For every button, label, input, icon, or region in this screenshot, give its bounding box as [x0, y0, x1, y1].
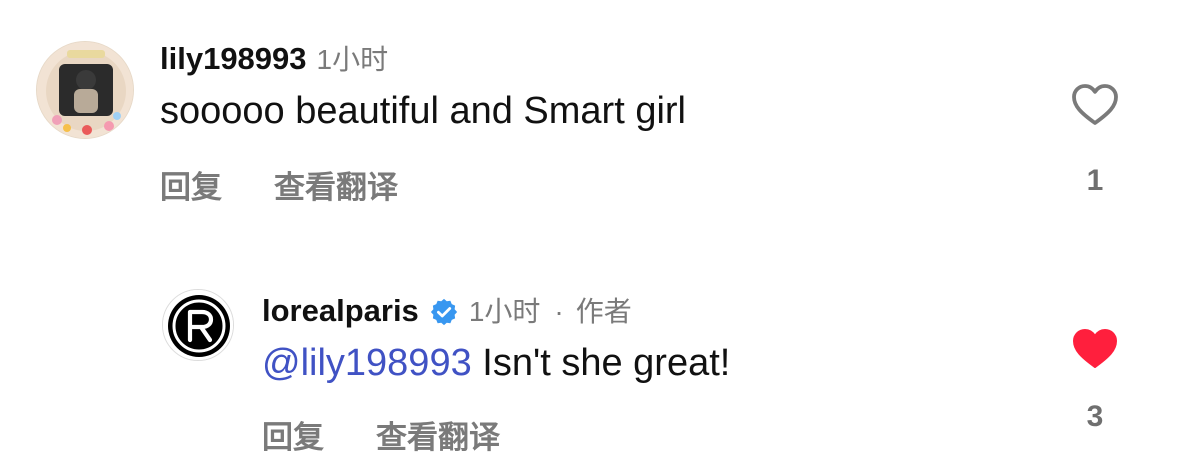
- comment-actions: 回复 查看翻译: [262, 412, 500, 457]
- like-control: 3: [1070, 326, 1120, 434]
- author-label: 作者: [575, 296, 632, 327]
- brand-logo-avatar-icon: [163, 290, 233, 360]
- comment-body: Isn't she great!: [471, 342, 731, 384]
- reply-button[interactable]: 回复: [262, 412, 324, 457]
- heart-filled-icon[interactable]: [1071, 326, 1119, 370]
- like-count: 3: [1086, 400, 1104, 433]
- comment-timestamp: 1小时: [468, 296, 541, 327]
- comment-item-lorealparis: lorealparis 1小时 · 作者 @lily198993 Isn't s…: [0, 0, 1179, 455]
- comment-username[interactable]: lorealparis: [262, 293, 419, 329]
- mention-link[interactable]: @lily198993: [262, 342, 472, 384]
- meta-separator: ·: [554, 296, 564, 327]
- see-translation-button[interactable]: 查看翻译: [376, 412, 500, 457]
- verified-badge-icon: [430, 298, 457, 326]
- comment-header: lorealparis 1小时 · 作者: [262, 290, 632, 330]
- comment-text: @lily198993 Isn't she great!: [262, 342, 730, 385]
- brand-avatar[interactable]: [162, 289, 234, 361]
